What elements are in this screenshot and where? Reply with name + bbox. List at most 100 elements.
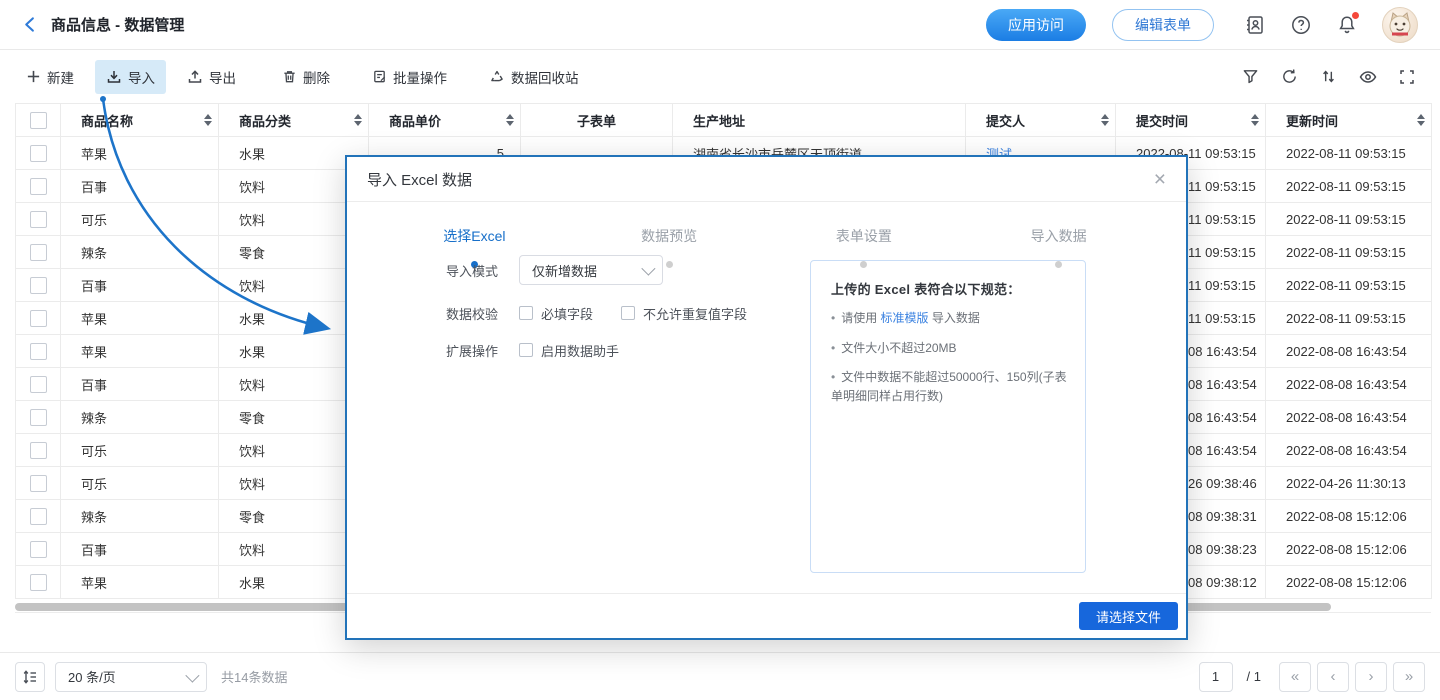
toolbar: 新建 导入 导出 删除 批量操作 数据回收站 [0, 50, 1440, 103]
row-checkbox[interactable] [30, 244, 47, 261]
page-number-input[interactable]: 1 [1199, 662, 1233, 692]
step-dot [666, 261, 673, 268]
last-page-button[interactable]: » [1393, 662, 1425, 692]
row-checkbox[interactable] [30, 211, 47, 228]
extension-label: 扩展操作 [446, 341, 504, 360]
cell-name: 苹果 [61, 566, 219, 599]
cell-update-time: 2022-08-11 09:53:15 [1266, 302, 1432, 335]
column-header-category[interactable]: 商品分类 [219, 104, 369, 137]
trash-icon [282, 69, 297, 84]
column-header-price[interactable]: 商品单价 [369, 104, 521, 137]
data-assistant-checkbox[interactable]: 启用数据助手 [519, 341, 619, 360]
row-checkbox[interactable] [30, 376, 47, 393]
edit-form-button[interactable]: 编辑表单 [1112, 9, 1214, 41]
import-mode-label: 导入模式 [446, 261, 504, 280]
select-all-checkbox[interactable] [30, 112, 47, 129]
row-checkbox[interactable] [30, 178, 47, 195]
cell-name: 百事 [61, 368, 219, 401]
sort-arrows-icon[interactable] [1417, 114, 1425, 126]
chevron-down-icon [185, 668, 199, 682]
checkbox-icon [621, 306, 635, 320]
column-header-subform: 子表单 [521, 104, 673, 137]
checkbox-icon [519, 306, 533, 320]
row-checkbox[interactable] [30, 508, 47, 525]
cell-name: 可乐 [61, 203, 219, 236]
eye-icon[interactable] [1359, 68, 1377, 86]
row-checkbox[interactable] [30, 442, 47, 459]
import-button[interactable]: 导入 [95, 60, 166, 94]
bell-icon[interactable] [1336, 14, 1358, 36]
column-header-submitter[interactable]: 提交人 [966, 104, 1116, 137]
choose-file-button[interactable]: 请选择文件 [1079, 602, 1178, 630]
prev-page-button[interactable]: ‹ [1317, 662, 1349, 692]
delete-button[interactable]: 删除 [271, 60, 341, 94]
close-icon[interactable]: × [1154, 169, 1166, 190]
help-icon[interactable] [1290, 14, 1312, 36]
sort-arrows-icon[interactable] [204, 114, 212, 126]
tip-item: 请使用 标准模版 导入数据 [831, 309, 1067, 328]
cell-name: 苹果 [61, 335, 219, 368]
cell-name: 可乐 [61, 434, 219, 467]
no-duplicate-checkbox[interactable]: 不允许重复值字段 [621, 304, 747, 323]
cell-update-time: 2022-08-08 16:43:54 [1266, 434, 1432, 467]
row-checkbox[interactable] [30, 343, 47, 360]
page-title: 商品信息 - 数据管理 [51, 14, 184, 35]
required-field-checkbox[interactable]: 必填字段 [519, 304, 593, 323]
column-header-update-time[interactable]: 更新时间 [1266, 104, 1432, 137]
avatar[interactable] [1382, 7, 1418, 43]
cell-update-time: 2022-08-08 15:12:06 [1266, 500, 1432, 533]
new-button[interactable]: 新建 [15, 60, 85, 94]
cell-update-time: 2022-08-08 15:12:06 [1266, 533, 1432, 566]
tips-title: 上传的 Excel 表符合以下规范： [831, 279, 1067, 298]
import-mode-select[interactable]: 仅新增数据 [519, 255, 663, 285]
row-checkbox[interactable] [30, 409, 47, 426]
cell-update-time: 2022-08-11 09:53:15 [1266, 236, 1432, 269]
cell-name: 百事 [61, 533, 219, 566]
export-button[interactable]: 导出 [176, 60, 247, 94]
cell-update-time: 2022-08-11 09:53:15 [1266, 137, 1432, 170]
row-checkbox[interactable] [30, 574, 47, 591]
row-checkbox[interactable] [30, 475, 47, 492]
contacts-icon[interactable] [1244, 14, 1266, 36]
sort-arrows-icon[interactable] [1101, 114, 1109, 126]
recycle-bin-button[interactable]: 数据回收站 [478, 60, 590, 94]
cell-name: 辣条 [61, 500, 219, 533]
cell-name: 百事 [61, 269, 219, 302]
tip-item: 文件中数据不能超过50000行、150列(子表单明细同样占用行数) [831, 368, 1067, 405]
app-access-button[interactable]: 应用访问 [986, 9, 1086, 41]
pagination-footer: 20 条/页 共14条数据 1 / 1 « ‹ › » [0, 652, 1440, 700]
total-count-text: 共14条数据 [221, 667, 287, 686]
batch-operation-button[interactable]: 批量操作 [361, 60, 458, 94]
cell-name: 辣条 [61, 401, 219, 434]
sort-arrows-icon[interactable] [506, 114, 514, 126]
row-checkbox[interactable] [30, 310, 47, 327]
sort-icon[interactable] [1320, 68, 1337, 85]
sort-arrows-icon[interactable] [354, 114, 362, 126]
refresh-icon[interactable] [1281, 68, 1298, 85]
page-total-text: / 1 [1247, 669, 1261, 684]
sort-arrows-icon[interactable] [1251, 114, 1259, 126]
page-size-select[interactable]: 20 条/页 [55, 662, 207, 692]
modal-title: 导入 Excel 数据 [367, 169, 472, 190]
cell-name: 苹果 [61, 137, 219, 170]
filter-icon[interactable] [1242, 68, 1259, 85]
first-page-button[interactable]: « [1279, 662, 1311, 692]
cell-name: 辣条 [61, 236, 219, 269]
cell-name: 百事 [61, 170, 219, 203]
cell-update-time: 2022-08-08 15:12:06 [1266, 566, 1432, 599]
column-header-submit-time[interactable]: 提交时间 [1116, 104, 1266, 137]
cell-update-time: 2022-08-08 16:43:54 [1266, 401, 1432, 434]
row-checkbox[interactable] [30, 277, 47, 294]
column-header-name[interactable]: 商品名称 [61, 104, 219, 137]
recycle-icon [489, 69, 505, 85]
cell-update-time: 2022-08-11 09:53:15 [1266, 203, 1432, 236]
next-page-button[interactable]: › [1355, 662, 1387, 692]
fullscreen-icon[interactable] [1399, 69, 1415, 85]
row-density-button[interactable] [15, 662, 45, 692]
row-checkbox[interactable] [30, 145, 47, 162]
row-checkbox[interactable] [30, 541, 47, 558]
standard-template-link[interactable]: 标准模版 [881, 311, 929, 325]
chevron-down-icon [641, 262, 655, 276]
cell-update-time: 2022-08-08 16:43:54 [1266, 368, 1432, 401]
back-icon[interactable] [22, 16, 39, 33]
